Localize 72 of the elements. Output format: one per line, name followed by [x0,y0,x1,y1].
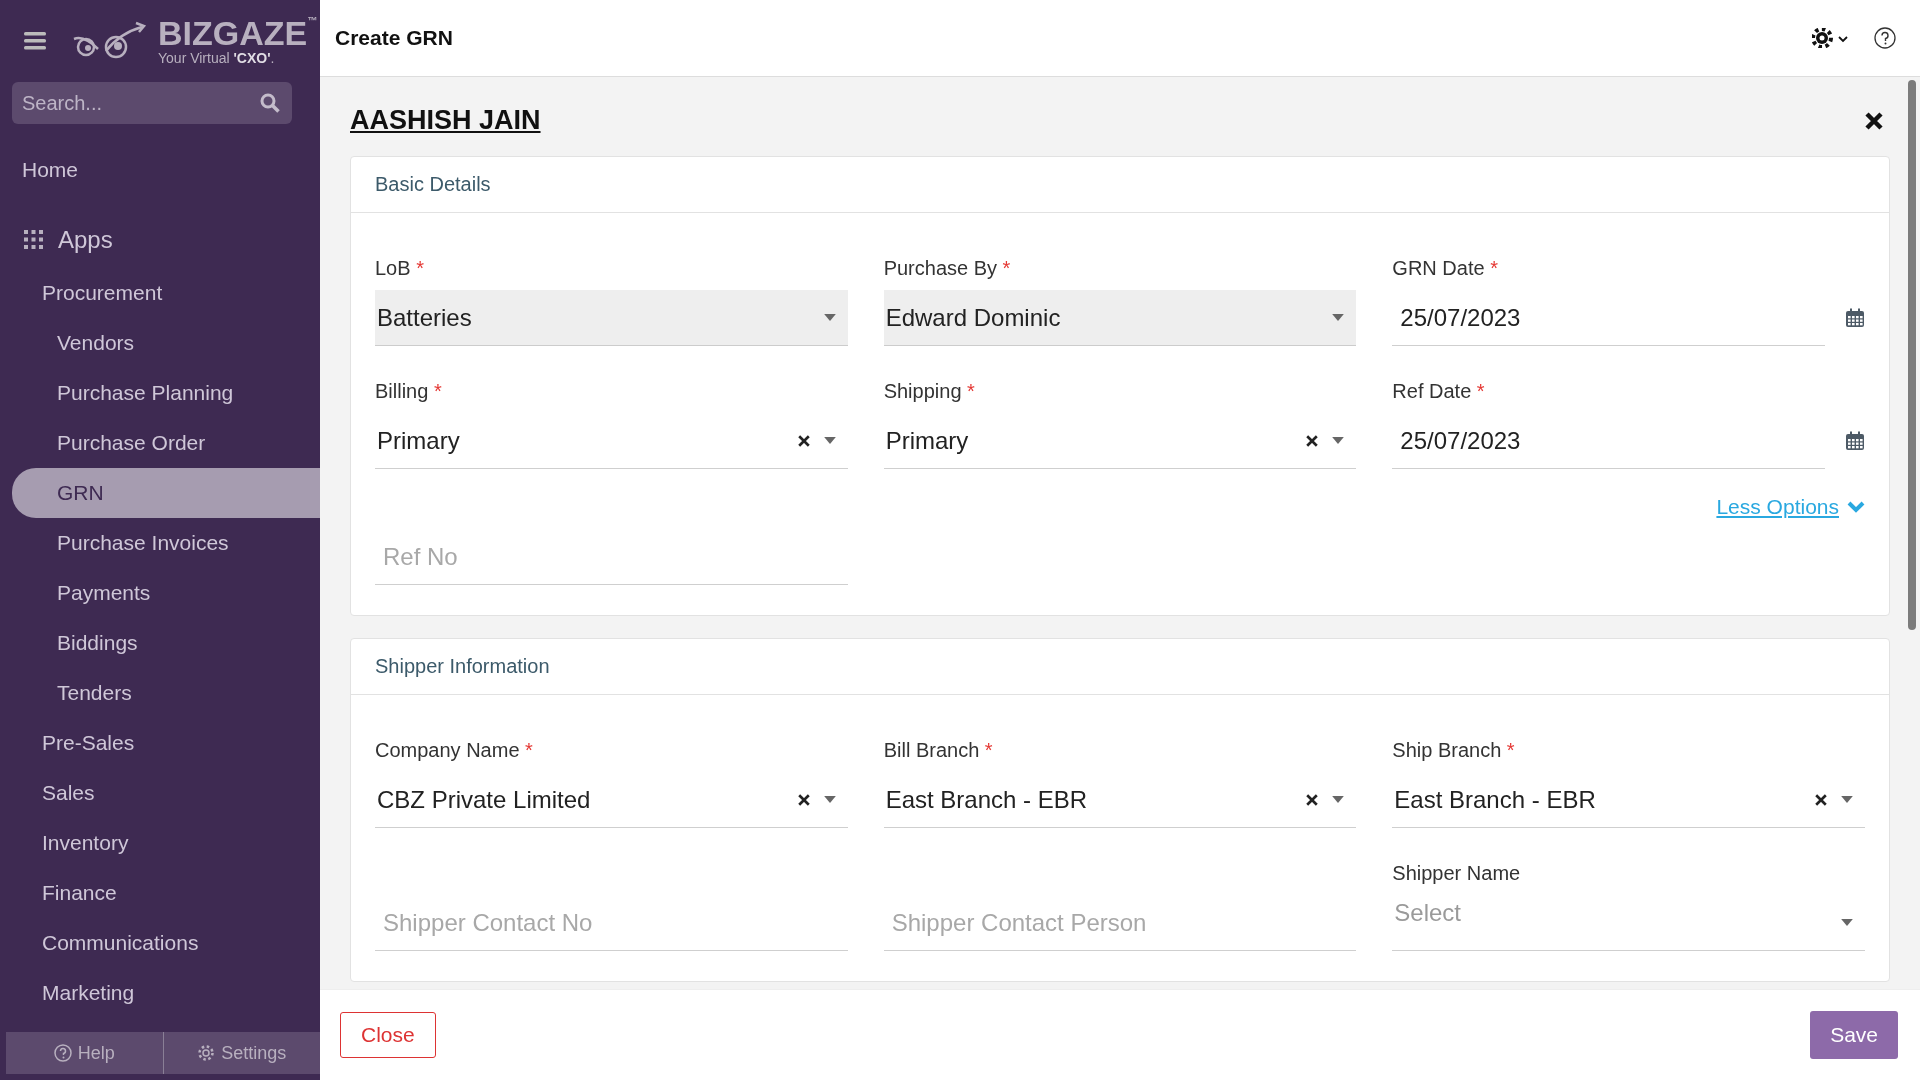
close-button[interactable]: Close [340,1012,436,1058]
party-name: AASHISH JAIN [350,105,541,136]
nav-item[interactable]: Vendors [0,318,320,368]
field-label: Shipper Name [1392,862,1522,885]
brand-name: BIZGAZE™ [158,16,318,50]
caret-icon [823,314,836,321]
input-field[interactable]: Shipper Contact Person [883,895,1357,951]
nav-item[interactable]: Inventory [0,818,320,868]
field-label: Billing * [375,380,443,403]
caret-icon [1332,437,1345,444]
menu-icon[interactable] [24,32,46,50]
page-title: Create GRN [335,26,454,50]
caret-icon [823,796,836,803]
close-icon[interactable] [1864,110,1884,131]
field-label: GRN Date * [1392,257,1499,280]
nav-item[interactable]: Purchase Order [0,418,320,468]
nav-item[interactable]: Procurement [0,268,320,318]
nav-item[interactable]: Payments [0,568,320,618]
field-label: Ref Date * [1392,380,1486,403]
clear-icon[interactable] [1306,793,1319,806]
select-field[interactable]: East Branch - EBR [1392,772,1865,828]
settings-dropdown-icon[interactable] [1812,28,1850,48]
apps-menu-item[interactable]: Apps [0,204,320,268]
date-field[interactable]: 25/07/2023 [1392,290,1825,346]
settings-icon [197,1044,216,1062]
help-icon[interactable] [1874,27,1896,49]
calendar-icon[interactable] [1845,431,1865,451]
input-field[interactable]: Shipper Contact No [375,895,848,951]
help-icon [53,1044,72,1062]
nav-item[interactable]: Biddings [0,618,320,668]
nav-item[interactable]: Purchase Invoices [0,518,320,568]
field-label: Shipping * [883,380,976,403]
select-field[interactable]: Primary [883,413,1357,469]
nav-item[interactable]: Tenders [0,668,320,718]
brand-tagline: Your Virtual 'CXO'. [158,50,276,66]
nav-item[interactable]: GRN [12,468,320,518]
save-button[interactable]: Save [1810,1011,1898,1059]
nav-item[interactable]: Marketing [0,968,320,1018]
clear-icon[interactable] [1306,434,1319,447]
date-field[interactable]: 25/07/2023 [1392,413,1825,469]
section-title: Shipper Information [351,639,1889,695]
caret-icon [1841,796,1853,803]
nav-item[interactable]: Home [0,136,320,204]
help-button[interactable]: Help [6,1032,163,1074]
search-field[interactable]: Search... [12,82,292,124]
calendar-icon[interactable] [1845,308,1865,328]
input-field[interactable]: Ref No [375,529,848,585]
search-icon[interactable] [260,93,280,113]
nav-item[interactable]: Communications [0,918,320,968]
field-label: Company Name * [375,739,534,762]
scrollbar[interactable] [1908,80,1916,630]
field-label: Purchase By * [883,257,1012,280]
caret-icon [823,437,836,444]
nav-item[interactable]: Purchase Planning [0,368,320,418]
select-field[interactable]: Primary [375,413,848,469]
nav-item[interactable]: Sales [0,768,320,818]
caret-icon [1841,919,1853,926]
select-field[interactable]: CBZ Private Limited [375,772,848,828]
clear-icon[interactable] [797,793,810,806]
chevron-icon [1847,501,1865,513]
nav-item[interactable]: Pre-Sales [0,718,320,768]
field-label: LoB * [375,257,425,280]
nav-item[interactable]: Finance [0,868,320,918]
field-label: Ship Branch * [1392,739,1516,762]
select-field[interactable]: East Branch - EBR [883,772,1357,828]
caret-icon [1332,314,1345,321]
grid-icon [24,230,44,250]
section-title: Basic Details [351,157,1889,213]
field-label: Bill Branch * [883,739,994,762]
clear-icon[interactable] [1815,793,1827,806]
clear-icon[interactable] [797,434,810,447]
caret-icon [1332,796,1345,803]
